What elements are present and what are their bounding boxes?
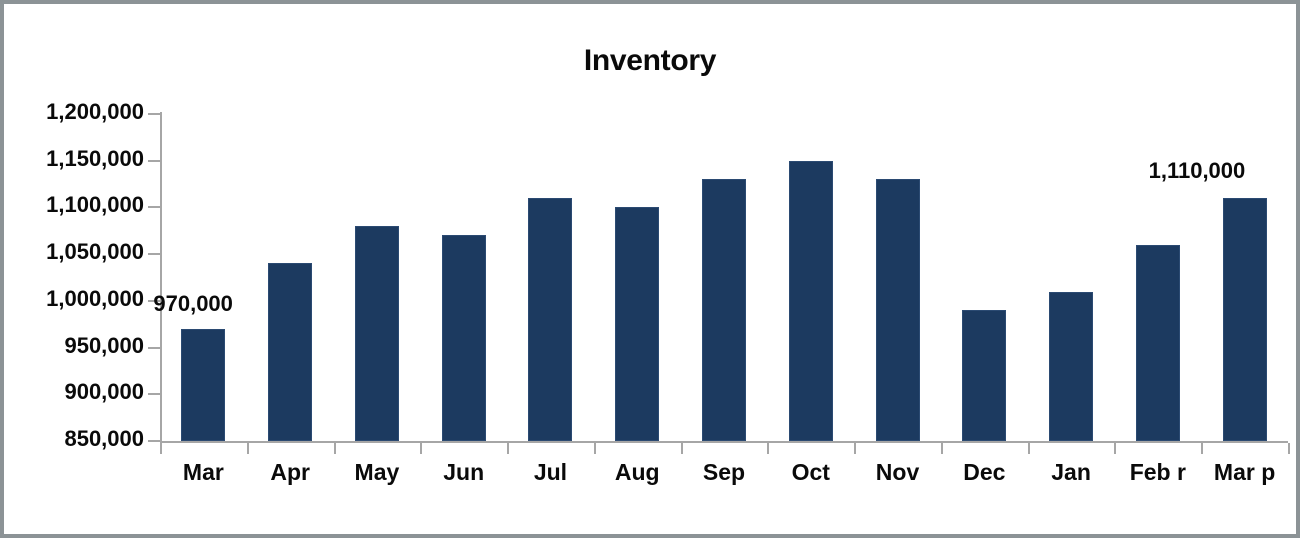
bar[interactable] (441, 235, 486, 441)
x-axis-tick-label: Jul (533, 459, 568, 485)
y-axis-tick-label: 950,000 (64, 332, 144, 358)
x-axis-tick-label: Jan (1051, 459, 1091, 485)
bar[interactable] (875, 179, 920, 441)
y-axis-tick-label: 1,150,000 (46, 145, 144, 171)
bar-data-label: 970,000 (153, 290, 233, 316)
x-axis-tick-label: Mar p (1213, 459, 1276, 485)
bar[interactable] (1135, 244, 1180, 441)
x-axis-tick (420, 443, 423, 454)
chart-frame: Inventory 1,200,000 1,150,000 1,100,000 1,0… (0, 0, 1300, 538)
x-axis-tick (940, 443, 943, 454)
bar[interactable] (354, 226, 399, 441)
x-axis-tick-label: Nov (875, 459, 920, 485)
x-axis-tick (680, 443, 683, 454)
y-axis-tick (148, 113, 161, 115)
y-axis-tick-label: 1,000,000 (46, 285, 144, 311)
x-axis-tick (1288, 443, 1290, 454)
y-axis-tick-label: 1,100,000 (46, 192, 144, 218)
y-axis-tick (148, 159, 161, 162)
x-axis-tick (1114, 443, 1117, 454)
bar[interactable] (1049, 291, 1094, 441)
x-axis-tick-label: May (354, 459, 400, 485)
bar-data-label: 1,110,000 (1148, 158, 1246, 184)
x-axis-tick (160, 443, 162, 454)
x-axis-tick-label: Jun (443, 459, 485, 485)
bar[interactable] (268, 263, 313, 441)
y-axis-tick-label: 850,000 (64, 426, 144, 451)
bar[interactable] (962, 310, 1007, 441)
x-axis-tick (854, 443, 857, 454)
x-axis-tick (767, 443, 770, 454)
x-axis-tick-label: Mar (182, 459, 224, 485)
x-axis-tick (1201, 443, 1204, 454)
y-axis-tick (148, 206, 161, 209)
bar[interactable] (181, 328, 226, 441)
y-axis-tick-label: 1,050,000 (46, 239, 144, 265)
bar[interactable] (702, 179, 746, 441)
y-axis-tick-label: 1,200,000 (46, 99, 144, 124)
plot-area: 1,200,000 1,150,000 1,100,000 1,050,000 1,00… (4, 4, 1296, 534)
x-axis-tick-label: Dec (963, 459, 1006, 485)
x-axis-tick (333, 443, 336, 454)
y-axis-tick (148, 393, 161, 396)
y-axis-tick (148, 253, 161, 256)
x-axis-line (160, 441, 1288, 443)
x-axis-tick (507, 443, 510, 454)
bar[interactable] (615, 207, 660, 441)
x-axis-tick (1027, 443, 1030, 454)
x-axis-tick-label: Oct (791, 459, 830, 485)
x-axis-tick (593, 443, 596, 454)
y-axis-tick (148, 440, 161, 442)
x-axis-tick-label: Sep (702, 459, 746, 485)
x-axis-tick-label: Aug (614, 459, 660, 485)
x-axis-tick (246, 443, 249, 454)
y-axis-tick (148, 346, 161, 349)
bar[interactable] (528, 198, 573, 441)
bar[interactable] (788, 160, 833, 441)
bar[interactable] (1222, 198, 1267, 441)
y-axis-tick-label: 900,000 (64, 379, 144, 405)
x-axis-tick-label: Feb r (1129, 459, 1186, 485)
x-axis-tick-label: Apr (270, 459, 310, 485)
